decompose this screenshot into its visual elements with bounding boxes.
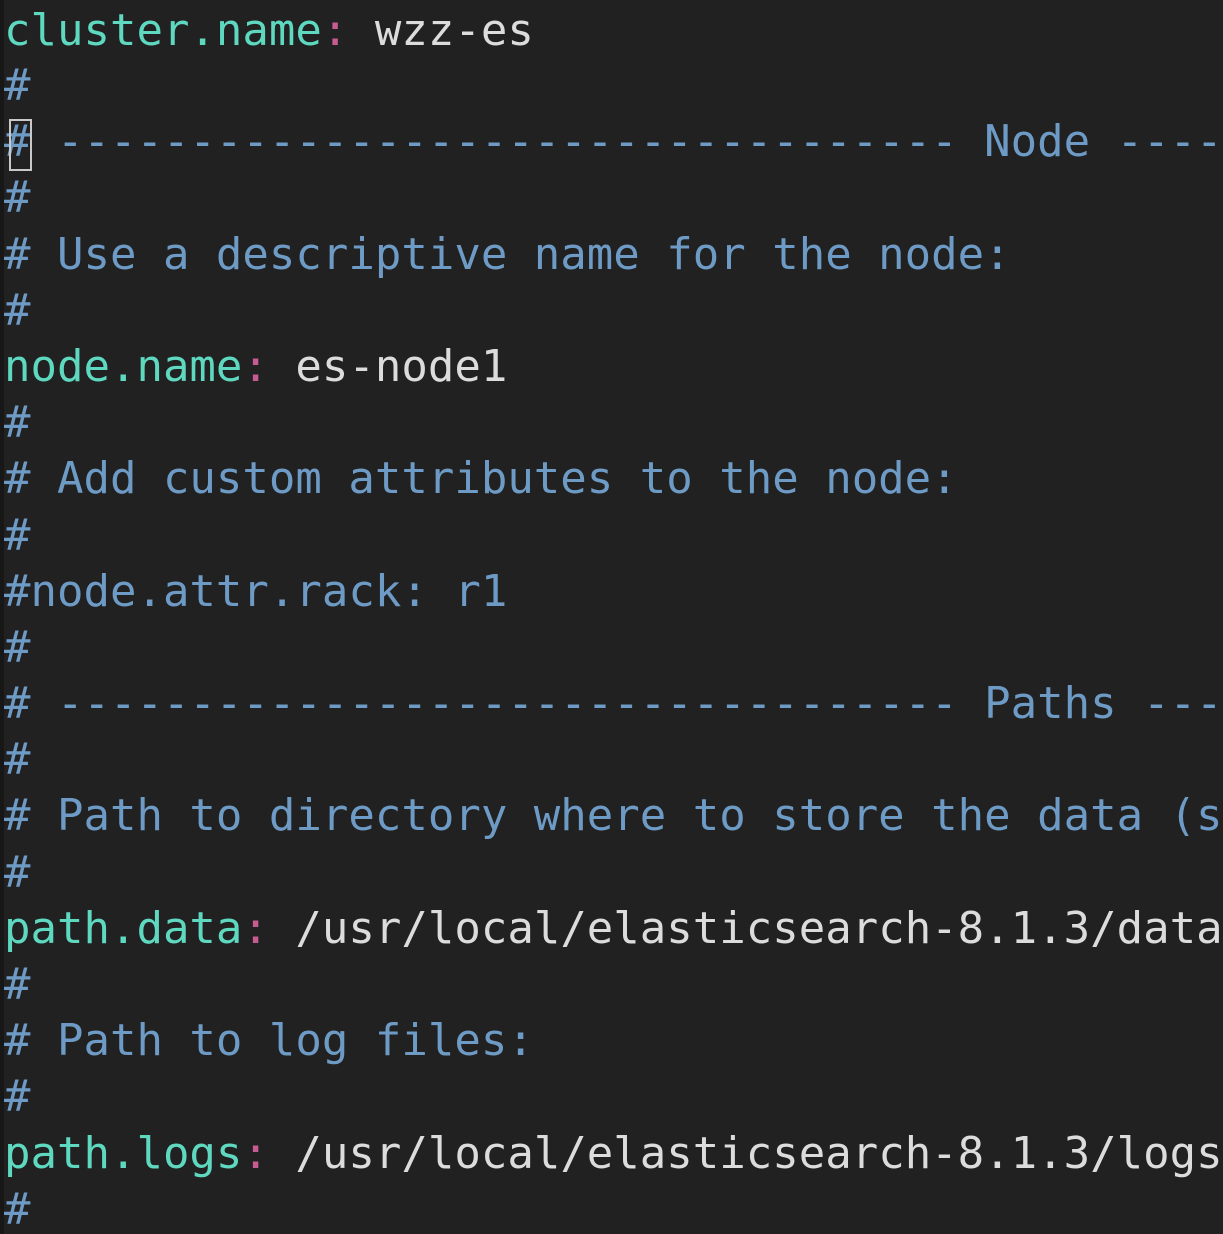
config-colon: : <box>242 902 269 954</box>
comment-text: #node.attr.rack: r1 <box>4 565 508 617</box>
config-key: path.data <box>4 902 243 954</box>
code-line[interactable]: path.logs: /usr/local/elasticsearch-8.1.… <box>4 1126 1223 1182</box>
comment-text: # <box>4 284 31 336</box>
code-line[interactable]: # Path to log files: <box>4 1013 1223 1069</box>
comment-text: # Use a descriptive name for the node: <box>4 228 1011 280</box>
config-value: wzz-es <box>348 5 534 56</box>
config-value: /usr/local/elasticsearch-8.1.3/logs <box>268 1127 1223 1179</box>
comment-text: # Path to directory where to store the d… <box>4 790 1223 842</box>
code-line[interactable]: # <box>4 732 1223 788</box>
code-line[interactable]: node.name: es-node1 <box>4 339 1223 395</box>
config-colon: : <box>242 340 269 392</box>
text-editor-viewport[interactable]: cluster.name: wzz-es # # -----------------… <box>0 0 1223 1234</box>
config-value: /usr/local/elasticsearch-8.1.3/data <box>268 902 1223 954</box>
code-line[interactable]: # <box>4 1069 1223 1125</box>
comment-text: # <box>4 959 31 1010</box>
comment-text: # ---------------------------------- Nod… <box>4 116 1223 168</box>
code-line[interactable]: # Add custom attributes to the node: <box>4 451 1223 507</box>
comment-text: # Add custom attributes to the node: <box>4 453 958 505</box>
comment-text: # <box>4 1071 31 1123</box>
code-line[interactable]: # <box>4 845 1223 901</box>
code-line[interactable]: path.data: /usr/local/elasticsearch-8.1.… <box>4 901 1223 957</box>
comment-text: # Path to log files: <box>4 1015 534 1067</box>
code-line[interactable]: # <box>4 283 1223 339</box>
code-line[interactable]: # Use a descriptive name for the node: <box>4 227 1223 283</box>
code-line[interactable]: # <box>4 170 1223 226</box>
code-line[interactable]: # <box>4 508 1223 564</box>
comment-text: # <box>4 1183 31 1234</box>
config-key: node.name <box>4 340 243 392</box>
code-line[interactable]: # <box>4 1182 1223 1234</box>
code-line[interactable]: # ---------------------------------- Pat… <box>4 676 1223 732</box>
editor-code-area[interactable]: cluster.name: wzz-es # # -----------------… <box>4 0 1223 1234</box>
comment-text: # ---------------------------------- Pat… <box>4 678 1223 730</box>
code-line[interactable]: # <box>4 395 1223 451</box>
config-value: es-node1 <box>268 340 508 392</box>
comment-text: # <box>4 734 31 786</box>
code-line[interactable]: # <box>4 957 1223 1013</box>
comment-text: # <box>4 172 31 224</box>
comment-text: # <box>4 621 31 673</box>
comment-text: # <box>4 846 31 898</box>
config-colon: : <box>242 1127 269 1179</box>
comment-text: # <box>4 60 31 111</box>
comment-text: # <box>4 397 31 449</box>
comment-text: # <box>4 509 31 561</box>
config-colon: : <box>321 5 349 56</box>
code-line[interactable]: # Path to directory where to store the d… <box>4 788 1223 844</box>
code-line[interactable]: cluster.name: wzz-es <box>4 0 1223 58</box>
config-key: path.logs <box>4 1127 243 1179</box>
code-line[interactable]: # ---------------------------------- Nod… <box>4 114 1223 170</box>
code-line[interactable]: #node.attr.rack: r1 <box>4 564 1223 620</box>
editor-left-edge <box>0 0 4 1234</box>
config-key: cluster.name <box>4 5 322 56</box>
code-line[interactable]: # <box>4 58 1223 114</box>
code-line[interactable]: # <box>4 620 1223 676</box>
